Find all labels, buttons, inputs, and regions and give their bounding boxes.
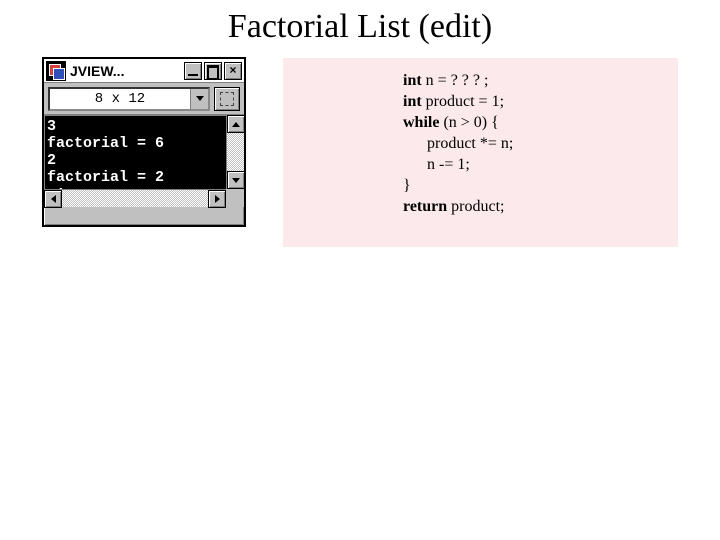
code-line: int product = 1; <box>403 91 668 112</box>
scroll-track-vertical[interactable] <box>227 133 244 171</box>
keyword: int <box>403 93 422 110</box>
code-text: n = ? ? ? ; <box>422 72 489 89</box>
selection-tool-button[interactable] <box>214 87 240 111</box>
code-text: product = 1; <box>422 93 504 110</box>
scroll-track-horizontal[interactable] <box>62 190 208 207</box>
code-line: n -= 1; <box>403 154 668 175</box>
page-title: Factorial List (edit) <box>0 8 720 46</box>
horizontal-scrollbar[interactable] <box>44 189 226 207</box>
window-title: JVIEW... <box>68 63 182 79</box>
code-text: product *= n; <box>427 135 513 152</box>
minimize-button[interactable] <box>184 62 202 80</box>
keyword: while <box>403 114 439 131</box>
keyword: int <box>403 72 422 89</box>
output-line: 3 <box>47 118 56 135</box>
scroll-right-button[interactable] <box>208 190 226 208</box>
jview-window: JVIEW... × 8 x 12 3 factorial = 6 2 fact… <box>42 57 246 227</box>
code-line: while (n > 0) { <box>403 112 668 133</box>
scroll-down-button[interactable] <box>227 171 245 189</box>
font-size-value: 8 x 12 <box>50 89 190 109</box>
scroll-left-button[interactable] <box>44 190 62 208</box>
code-text: } <box>403 177 411 194</box>
code-line: } <box>403 175 668 196</box>
titlebar[interactable]: JVIEW... × <box>44 59 244 83</box>
output-line: factorial = 2 <box>47 169 164 186</box>
code-panel: int n = ? ? ? ; int product = 1; while (… <box>283 58 678 247</box>
code-line: int n = ? ? ? ; <box>403 70 668 91</box>
code-text: (n > 0) { <box>439 114 498 131</box>
output-line: 2 <box>47 152 56 169</box>
output-line: factorial = 6 <box>47 135 164 152</box>
code-text: product; <box>447 198 504 215</box>
vertical-scrollbar[interactable] <box>226 115 244 189</box>
toolbar: 8 x 12 <box>44 83 244 115</box>
console-area: 3 factorial = 6 2 factorial = 2 -1 <box>44 115 244 207</box>
system-menu-icon[interactable] <box>46 61 66 81</box>
code-line: return product; <box>403 196 668 217</box>
selection-rect-icon <box>220 92 234 106</box>
font-size-dropdown[interactable]: 8 x 12 <box>48 87 210 111</box>
maximize-button[interactable] <box>204 62 222 80</box>
chevron-down-icon[interactable] <box>190 89 208 109</box>
code-text: n -= 1; <box>427 156 470 173</box>
close-button[interactable]: × <box>224 62 242 80</box>
scroll-up-button[interactable] <box>227 115 245 133</box>
keyword: return <box>403 198 447 215</box>
code-line: product *= n; <box>403 133 668 154</box>
resize-grip[interactable] <box>226 189 244 207</box>
